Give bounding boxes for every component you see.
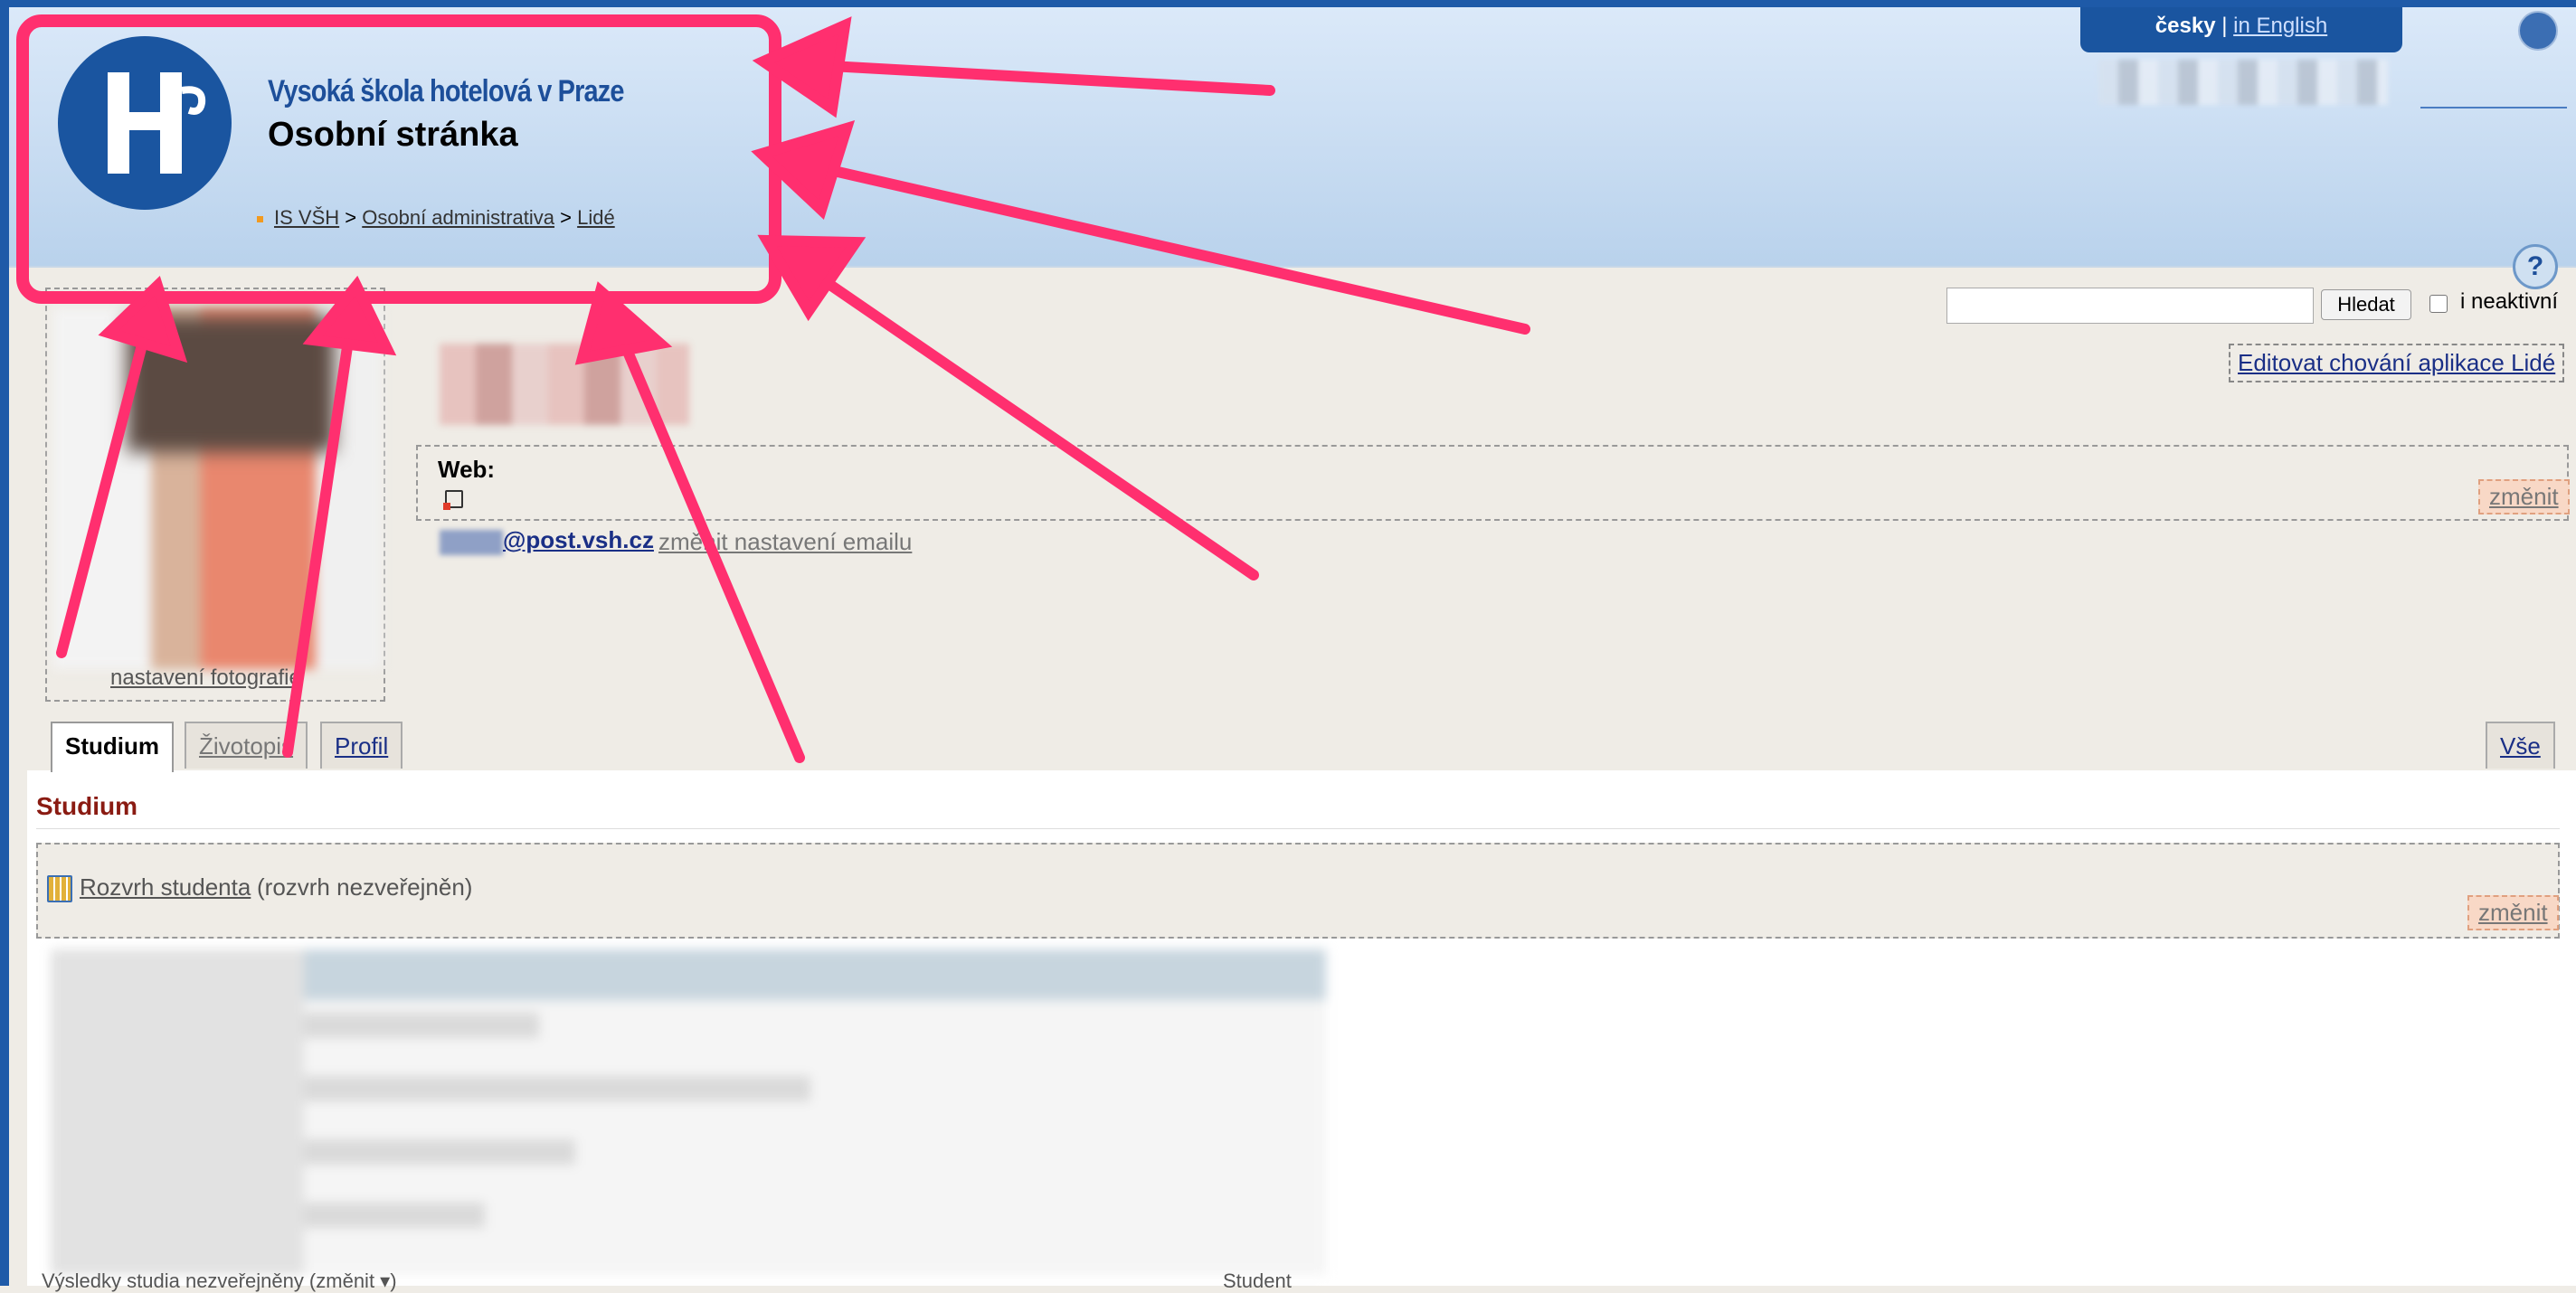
change-schedule-link[interactable]: změnit bbox=[2478, 899, 2548, 926]
edit-app-box: Editovat chování aplikace Lidé bbox=[2229, 344, 2565, 382]
left-strip bbox=[0, 7, 9, 1286]
lang-separator: | bbox=[2221, 14, 2228, 38]
language-switcher: česky | in English bbox=[2080, 7, 2402, 52]
edit-app-link[interactable]: Editovat chování aplikace Lidé bbox=[2238, 349, 2555, 376]
study-results-note: Výsledky studia nezveřejněny (změnit ▾) bbox=[42, 1269, 397, 1292]
photo-settings-link[interactable]: nastavení fotografie bbox=[110, 665, 301, 691]
tab-zivotopis[interactable]: Životopis bbox=[185, 722, 308, 769]
web-label: Web: bbox=[438, 456, 496, 483]
change-web-link[interactable]: změnit bbox=[2489, 483, 2559, 510]
tab-zivotopis-label[interactable]: Životopis bbox=[199, 732, 293, 760]
email-link[interactable]: @post.vsh.cz bbox=[503, 526, 654, 554]
search-button[interactable]: Hledat bbox=[2321, 289, 2411, 320]
web-section bbox=[416, 445, 2569, 521]
schedule-link[interactable]: Rozvrh studenta bbox=[80, 873, 251, 901]
help-icon[interactable]: ? bbox=[2513, 244, 2558, 289]
lang-current: česky bbox=[2155, 14, 2216, 38]
profile-photo-hair bbox=[127, 316, 335, 452]
email-settings-link[interactable]: změnit nastavení emailu bbox=[658, 528, 912, 556]
inactive-checkbox[interactable] bbox=[2429, 295, 2448, 313]
section-divider bbox=[36, 828, 2560, 829]
tab-studium[interactable]: Studium bbox=[51, 722, 174, 772]
person-name-blurred bbox=[440, 344, 689, 425]
inactive-checkbox-label: i neaktivní bbox=[2460, 289, 2559, 314]
study-table-blurred bbox=[51, 949, 1326, 1275]
search-input[interactable] bbox=[1946, 288, 2314, 324]
top-bar bbox=[0, 0, 2576, 7]
tab-all-label[interactable]: Vše bbox=[2500, 732, 2541, 760]
section-title: Studium bbox=[36, 792, 137, 820]
schedule-note: (rozvrh nezveřejněn) bbox=[257, 873, 473, 901]
annotation-highlight-box bbox=[16, 14, 781, 304]
user-info-blurred bbox=[2098, 60, 2388, 105]
user-underline bbox=[2420, 107, 2567, 109]
email-user-blurred bbox=[440, 530, 503, 555]
change-web-box: změnit bbox=[2478, 479, 2570, 514]
lang-english-link[interactable]: in English bbox=[2233, 14, 2327, 38]
external-link-icon[interactable] bbox=[443, 490, 463, 510]
tab-profil-label[interactable]: Profil bbox=[335, 732, 388, 760]
change-schedule-box: změnit bbox=[2467, 895, 2559, 930]
calendar-icon bbox=[47, 875, 72, 902]
study-role: Student bbox=[1223, 1269, 1292, 1292]
logout-power-icon[interactable] bbox=[2518, 11, 2558, 51]
tab-profil[interactable]: Profil bbox=[320, 722, 403, 769]
tab-all[interactable]: Vše bbox=[2486, 722, 2555, 769]
